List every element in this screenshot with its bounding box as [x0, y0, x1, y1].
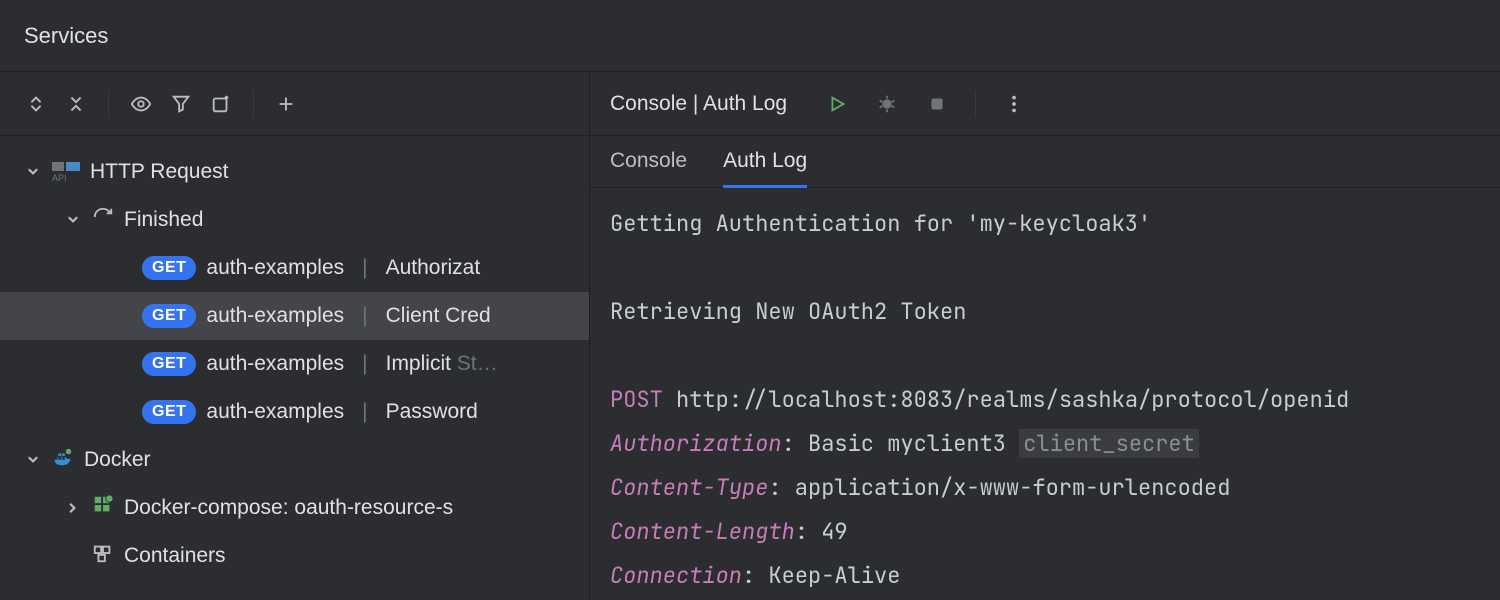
- output-tabs: Console Auth Log: [590, 136, 1500, 188]
- chevron-right-icon[interactable]: [64, 501, 82, 515]
- log-request-line: POST http://localhost:8083/realms/sashka…: [610, 378, 1480, 422]
- masked-secret: client_secret: [1019, 429, 1199, 458]
- output-header: Console | Auth Log: [590, 72, 1500, 136]
- separator: [975, 90, 976, 118]
- log-blank: [610, 246, 1480, 290]
- request-name: auth-examples: [206, 304, 344, 328]
- tree-node-request[interactable]: GET auth-examples | Password: [0, 388, 589, 436]
- tree-node-request[interactable]: GET auth-examples | Implicit St…: [0, 340, 589, 388]
- tree-label: Finished: [124, 208, 203, 232]
- debug-icon[interactable]: [869, 86, 905, 122]
- separator: [108, 90, 109, 118]
- tree-node-docker-compose[interactable]: Docker-compose: oauth-resource-s: [0, 484, 589, 532]
- run-icon[interactable]: [819, 86, 855, 122]
- chevron-down-icon[interactable]: [24, 165, 42, 179]
- tree-label: Docker-compose: oauth-resource-s: [124, 496, 453, 520]
- show-icon[interactable]: [123, 86, 159, 122]
- log-header-line: Connection: Keep-Alive: [610, 554, 1480, 598]
- request-detail: Password: [386, 400, 478, 424]
- tree-node-request[interactable]: GET auth-examples | Client Cred: [0, 292, 589, 340]
- request-detail: Implicit: [386, 352, 451, 375]
- tree-node-docker[interactable]: Docker: [0, 436, 589, 484]
- more-icon[interactable]: [996, 86, 1032, 122]
- http-method-badge: GET: [142, 400, 196, 424]
- tree-label: Docker: [84, 448, 151, 472]
- collapse-all-icon[interactable]: [58, 86, 94, 122]
- log-line: Getting Authentication for 'my-keycloak3…: [610, 202, 1480, 246]
- log-header-line: Content-Type: application/x-www-form-url…: [610, 466, 1480, 510]
- tree-node-request[interactable]: GET auth-examples | Authorizat: [0, 244, 589, 292]
- output-title: Console | Auth Log: [610, 92, 787, 116]
- compose-icon: [92, 494, 114, 522]
- new-window-icon[interactable]: [203, 86, 239, 122]
- tree-node-containers[interactable]: Containers: [0, 532, 589, 580]
- chevron-down-icon[interactable]: [64, 213, 82, 227]
- tree-toolbar: [0, 72, 589, 136]
- svg-text:API: API: [52, 173, 67, 182]
- refresh-icon: [92, 206, 114, 234]
- http-method-badge: GET: [142, 256, 196, 280]
- containers-icon: [92, 542, 114, 570]
- log-blank: [610, 334, 1480, 378]
- request-name: auth-examples: [206, 400, 344, 424]
- separator: [253, 90, 254, 118]
- docker-icon: [52, 446, 74, 474]
- api-icon: API: [52, 162, 80, 182]
- http-method-badge: GET: [142, 352, 196, 376]
- log-line: Retrieving New OAuth2 Token: [610, 290, 1480, 334]
- tree-node-http-request[interactable]: API HTTP Request: [0, 148, 589, 196]
- filter-icon[interactable]: [163, 86, 199, 122]
- chevron-down-icon[interactable]: [24, 453, 42, 467]
- tree-node-finished[interactable]: Finished: [0, 196, 589, 244]
- output-panel: Console | Auth Log Console Auth Log Gett…: [590, 72, 1500, 600]
- add-icon[interactable]: [268, 86, 304, 122]
- log-header-line: Content-Length: 49: [610, 510, 1480, 554]
- auth-log-output[interactable]: Getting Authentication for 'my-keycloak3…: [590, 188, 1500, 600]
- services-tree[interactable]: API HTTP Request Finished GET auth-examp…: [0, 136, 589, 600]
- expand-all-icon[interactable]: [18, 86, 54, 122]
- title-bar: Services: [0, 0, 1500, 72]
- services-tree-panel: API HTTP Request Finished GET auth-examp…: [0, 72, 590, 600]
- tree-label: Containers: [124, 544, 226, 568]
- tab-console[interactable]: Console: [610, 137, 687, 188]
- main-split: API HTTP Request Finished GET auth-examp…: [0, 72, 1500, 600]
- request-detail: Authorizat: [386, 256, 481, 280]
- tree-label: HTTP Request: [90, 160, 229, 184]
- panel-title: Services: [24, 23, 108, 49]
- request-name: auth-examples: [206, 256, 344, 280]
- log-header-line: Authorization: Basic myclient3 client_se…: [610, 422, 1480, 466]
- stop-icon[interactable]: [919, 86, 955, 122]
- request-detail: Client Cred: [386, 304, 491, 328]
- tab-auth-log[interactable]: Auth Log: [723, 137, 807, 188]
- request-name: auth-examples: [206, 352, 344, 376]
- http-method-badge: GET: [142, 304, 196, 328]
- run-actions: [819, 86, 1032, 122]
